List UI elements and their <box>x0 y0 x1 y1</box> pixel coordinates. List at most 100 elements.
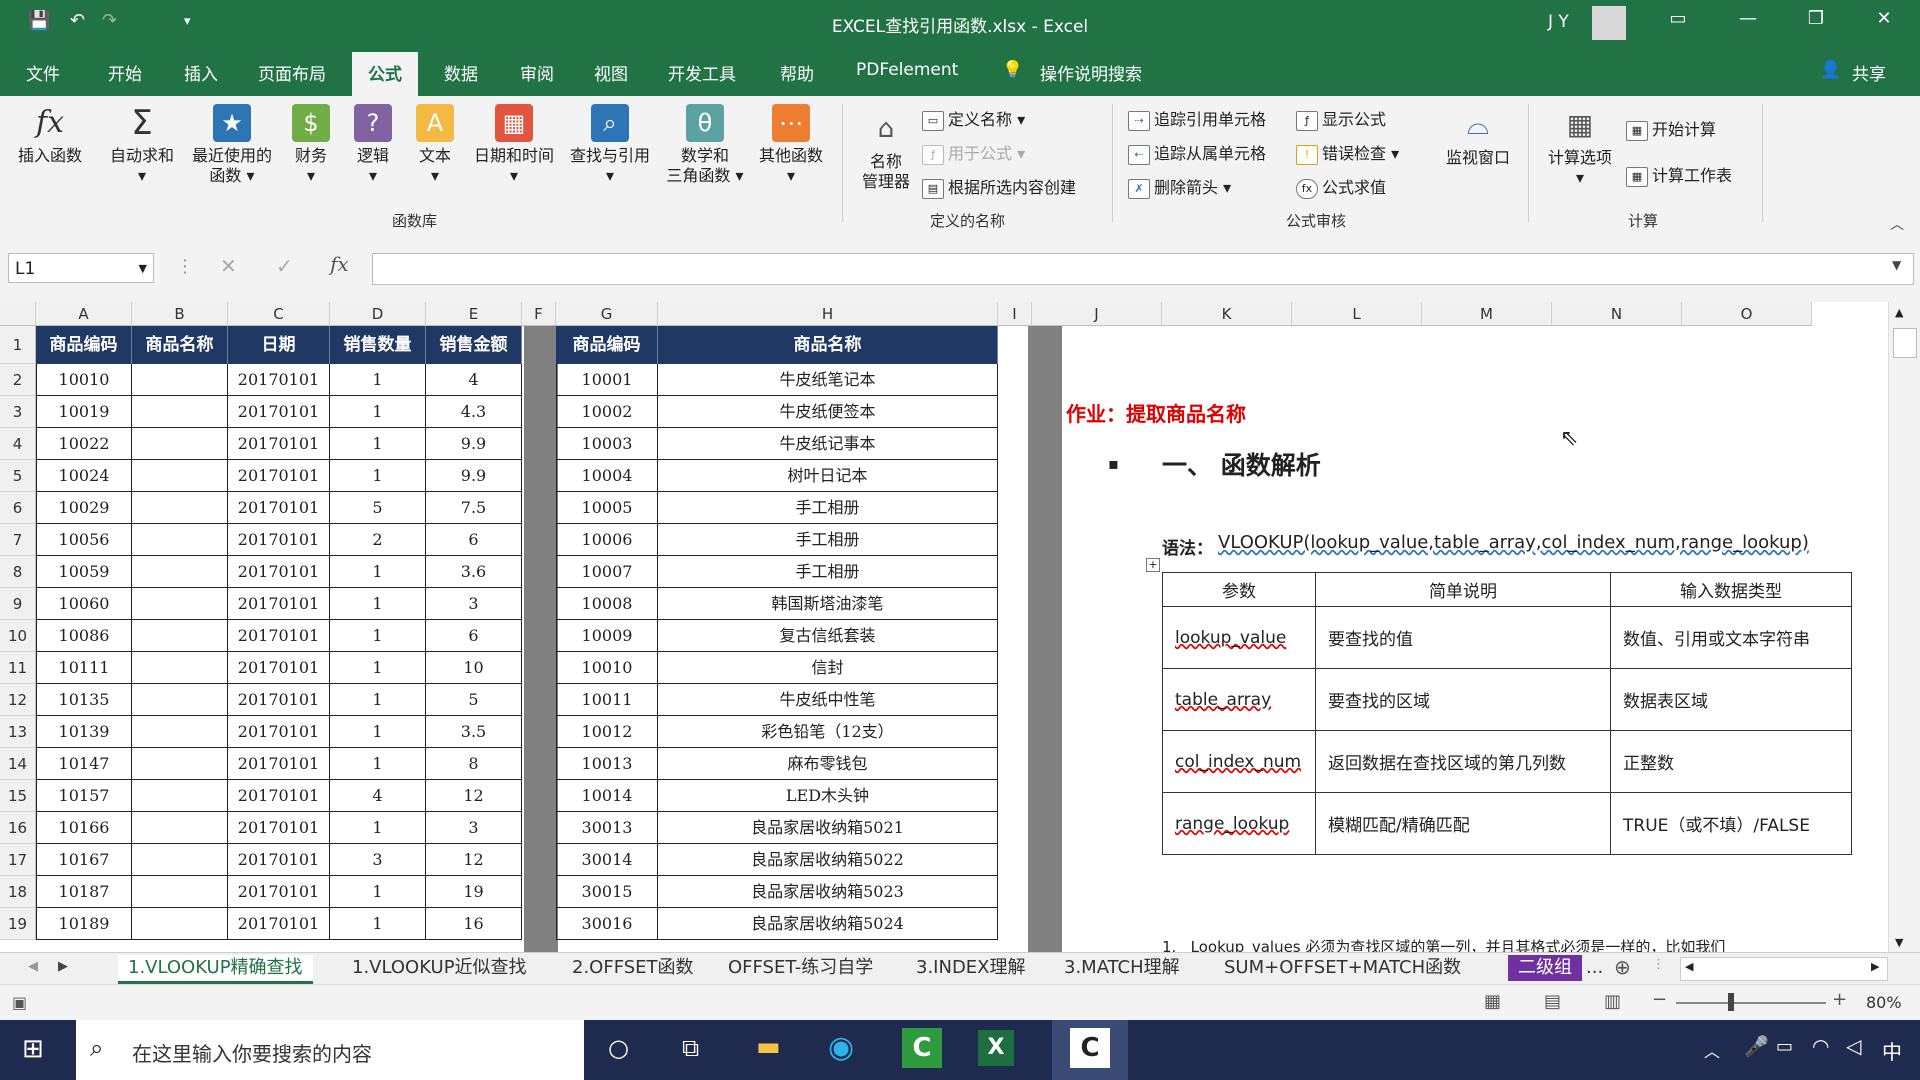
left-table-cell[interactable]: 1 <box>330 588 426 620</box>
tab-help[interactable]: 帮助 <box>780 60 814 85</box>
row-header[interactable]: 9 <box>0 588 36 620</box>
left-table-cell[interactable]: 10 <box>426 652 522 684</box>
left-table-cell[interactable]: 2 <box>330 524 426 556</box>
collapse-ribbon-icon[interactable]: ︿ <box>1890 214 1904 234</box>
left-table-cell[interactable]: 20170101 <box>228 908 330 940</box>
trace-dependents-button[interactable]: ⇠ 追踪从属单元格 <box>1128 140 1266 165</box>
cortana-icon[interactable]: ○ <box>608 1034 629 1062</box>
left-table-cell[interactable]: 16 <box>426 908 522 940</box>
right-table-cell[interactable]: 10014 <box>556 780 658 812</box>
right-table-cell[interactable]: 手工相册 <box>658 492 998 524</box>
row-header[interactable]: 8 <box>0 556 36 588</box>
left-table-header[interactable]: 销售金额 <box>426 326 522 364</box>
column-header[interactable]: M <box>1422 302 1552 326</box>
left-table-cell[interactable] <box>132 524 228 556</box>
column-header[interactable]: N <box>1552 302 1682 326</box>
worksheet[interactable]: ABCDEFGHIJKLMNO 1 2 3 4 5 6 7 8 9 10 11 12 13 14 15 16 1… <box>0 302 1920 956</box>
left-table-cell[interactable] <box>132 428 228 460</box>
left-table-cell[interactable]: 1 <box>330 748 426 780</box>
row-header[interactable]: 4 <box>0 428 36 460</box>
left-table-header[interactable]: 日期 <box>228 326 330 364</box>
add-sheet-icon[interactable]: ⊕ <box>1614 955 1631 979</box>
left-table-cell[interactable]: 1 <box>330 364 426 396</box>
left-table-cell[interactable]: 1 <box>330 876 426 908</box>
row-header[interactable]: 14 <box>0 748 36 780</box>
left-table-cell[interactable]: 10029 <box>36 492 132 524</box>
right-table-cell[interactable]: 10004 <box>556 460 658 492</box>
row-header[interactable]: 16 <box>0 812 36 844</box>
tab-view[interactable]: 视图 <box>594 60 628 85</box>
right-table-cell[interactable]: 信封 <box>658 652 998 684</box>
left-table-cell[interactable]: 6 <box>426 524 522 556</box>
evaluate-formula-button[interactable]: fx 公式求值 <box>1296 174 1386 199</box>
row-header[interactable]: 3 <box>0 396 36 428</box>
taskbar-search[interactable]: ⌕ 在这里输入你要搜索的内容 <box>76 1020 584 1080</box>
sheet-tab[interactable]: 1.VLOOKUP精确查找 <box>118 955 313 984</box>
left-table-cell[interactable]: 10060 <box>36 588 132 620</box>
tab-formulas[interactable]: 公式 <box>352 52 418 99</box>
left-table-cell[interactable]: 1 <box>330 620 426 652</box>
left-table-cell[interactable]: 20170101 <box>228 876 330 908</box>
table-move-handle-icon[interactable]: + <box>1146 558 1160 572</box>
page-layout-view-icon[interactable]: ▤ <box>1544 991 1561 1012</box>
more-functions-button[interactable]: ⋯ 其他函数 ▾ <box>752 104 830 186</box>
column-header[interactable]: B <box>132 302 228 326</box>
left-table-cell[interactable]: 20170101 <box>228 524 330 556</box>
left-table-cell[interactable]: 10024 <box>36 460 132 492</box>
left-table-cell[interactable]: 5 <box>330 492 426 524</box>
horizontal-scrollbar[interactable]: ◀ ▶ <box>1680 957 1888 981</box>
left-table-cell[interactable]: 10086 <box>36 620 132 652</box>
left-table-cell[interactable] <box>132 460 228 492</box>
left-table-cell[interactable]: 10022 <box>36 428 132 460</box>
left-table-cell[interactable]: 10056 <box>36 524 132 556</box>
left-table-cell[interactable]: 10147 <box>36 748 132 780</box>
right-table-cell[interactable]: 10005 <box>556 492 658 524</box>
column-header[interactable]: K <box>1162 302 1292 326</box>
column-header[interactable]: J <box>1032 302 1162 326</box>
left-table-cell[interactable]: 20170101 <box>228 844 330 876</box>
row-header[interactable]: 10 <box>0 620 36 652</box>
left-table-cell[interactable] <box>132 588 228 620</box>
left-table-cell[interactable]: 10187 <box>36 876 132 908</box>
page-break-view-icon[interactable]: ▥ <box>1604 991 1621 1012</box>
row-header[interactable]: 7 <box>0 524 36 556</box>
excel-icon[interactable]: X <box>978 1030 1014 1066</box>
left-table-cell[interactable]: 20170101 <box>228 684 330 716</box>
scroll-left-icon[interactable]: ◀ <box>1685 960 1693 973</box>
right-table-cell[interactable]: 良品家居收纳箱5021 <box>658 812 998 844</box>
left-table-cell[interactable]: 9.9 <box>426 460 522 492</box>
avatar[interactable] <box>1592 6 1626 40</box>
sheet-tab[interactable]: 2.OFFSET函数 <box>562 955 704 981</box>
right-table-cell[interactable]: 树叶日记本 <box>658 460 998 492</box>
right-table-cell[interactable]: 复古信纸套装 <box>658 620 998 652</box>
share-icon[interactable]: 👤 <box>1820 60 1841 80</box>
row-header[interactable]: 18 <box>0 876 36 908</box>
embedded-document[interactable]: 作业：提取商品名称 ▪ 一、 函数解析 语法： VLOOKUP(lookup_v… <box>1062 326 1888 956</box>
sheet-tab[interactable]: 二级组 <box>1508 955 1582 981</box>
left-table-cell[interactable]: 3 <box>330 844 426 876</box>
column-header[interactable]: G <box>556 302 658 326</box>
autosum-button[interactable]: Σ 自动求和 ▾ <box>104 104 180 186</box>
left-table-cell[interactable]: 20170101 <box>228 428 330 460</box>
right-table-cell[interactable]: 牛皮纸笔记本 <box>658 364 998 396</box>
left-table-cell[interactable]: 20170101 <box>228 652 330 684</box>
row-header[interactable]: 15 <box>0 780 36 812</box>
right-table-cell[interactable]: 彩色铅笔（12支） <box>658 716 998 748</box>
sheet-tab[interactable]: SUM+OFFSET+MATCH函数 <box>1214 955 1471 981</box>
insert-function-icon[interactable]: fx <box>330 252 349 276</box>
right-table-cell[interactable]: 良品家居收纳箱5023 <box>658 876 998 908</box>
scroll-down-icon[interactable]: ▼ <box>1895 936 1903 949</box>
tab-pdfelement[interactable]: PDFelement <box>856 60 958 80</box>
minimize-icon[interactable]: — <box>1728 8 1768 29</box>
left-table-cell[interactable]: 3 <box>426 812 522 844</box>
left-table-cell[interactable]: 5 <box>426 684 522 716</box>
left-table-cell[interactable]: 19 <box>426 876 522 908</box>
math-trig-button[interactable]: θ 数学和 三角函数 ▾ <box>660 104 750 186</box>
left-table-cell[interactable]: 20170101 <box>228 364 330 396</box>
right-table-cell[interactable]: 10012 <box>556 716 658 748</box>
left-table-cell[interactable] <box>132 908 228 940</box>
right-table-cell[interactable]: 手工相册 <box>658 556 998 588</box>
left-table-cell[interactable]: 1 <box>330 396 426 428</box>
left-table-header[interactable]: 商品编码 <box>36 326 132 364</box>
right-table-cell[interactable]: 10010 <box>556 652 658 684</box>
